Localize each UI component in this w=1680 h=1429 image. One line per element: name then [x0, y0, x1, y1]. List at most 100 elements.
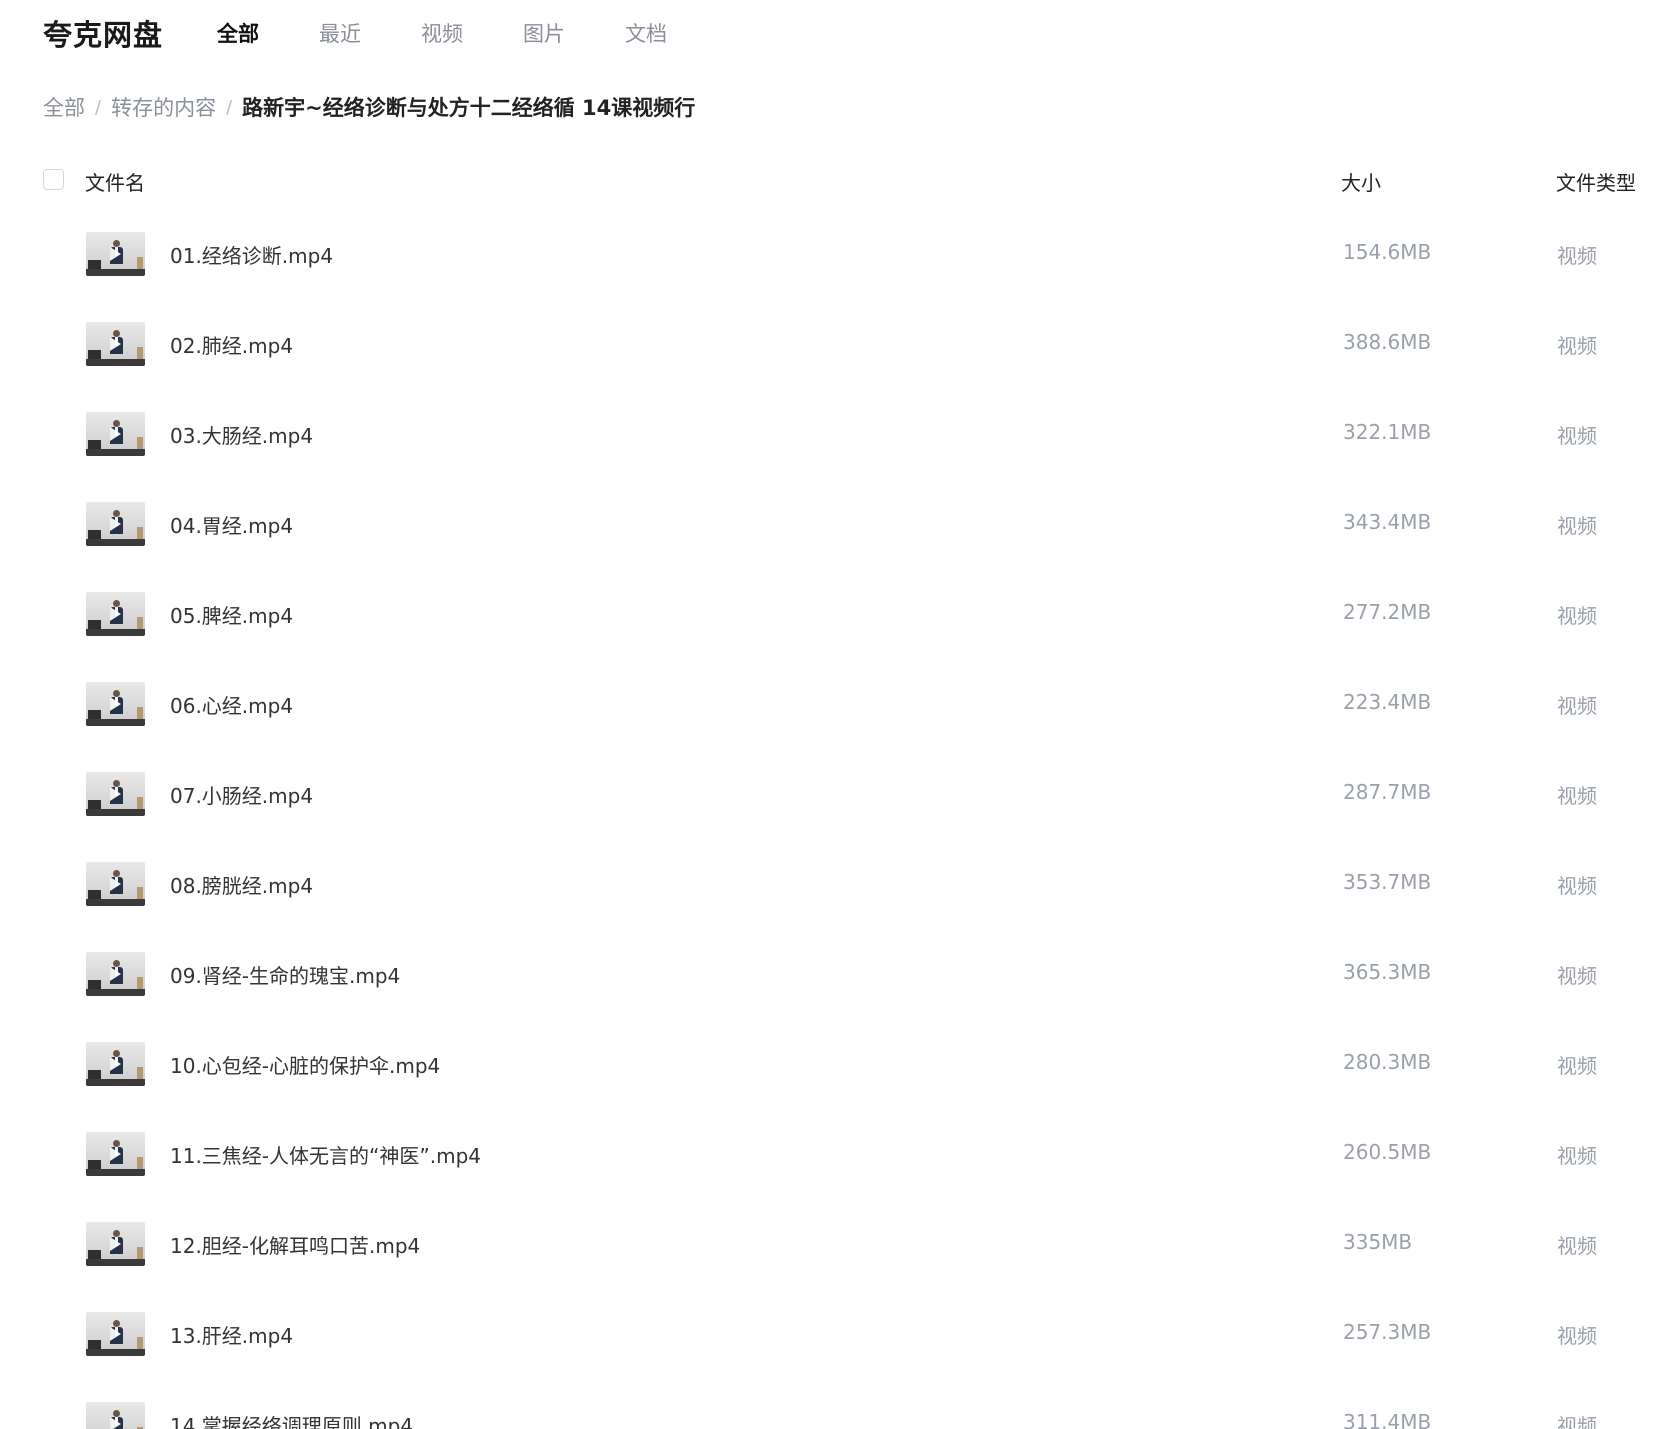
thumbnail-shelf — [137, 707, 143, 719]
tab-all[interactable]: 全部 — [217, 18, 319, 48]
file-row[interactable]: 06.心经.mp4 223.4MB 视频 — [43, 682, 1643, 772]
thumbnail-desk — [86, 989, 145, 996]
column-header-size[interactable]: 大小 — [1341, 167, 1381, 196]
app-logo[interactable]: 夸克网盘 — [43, 12, 163, 54]
video-thumbnail-icon[interactable] — [86, 412, 145, 456]
video-thumbnail-icon[interactable] — [86, 1042, 145, 1086]
file-size: 322.1MB — [1343, 420, 1432, 444]
file-row[interactable]: 12.胆经-化解耳鸣口苦.mp4 335MB 视频 — [43, 1222, 1643, 1312]
file-size: 277.2MB — [1343, 600, 1432, 624]
thumbnail-person-head — [113, 510, 120, 517]
file-row[interactable]: 11.三焦经-人体无言的“神医”.mp4 260.5MB 视频 — [43, 1132, 1643, 1222]
file-row[interactable]: 14.掌握经络调理原则.mp4 311.4MB 视频 — [43, 1402, 1643, 1429]
file-name[interactable]: 03.大肠经.mp4 — [170, 420, 313, 449]
thumbnail-shelf — [137, 437, 143, 449]
file-type: 视频 — [1557, 1144, 1597, 1168]
thumbnail-board — [88, 1250, 101, 1259]
file-type: 视频 — [1557, 1234, 1597, 1258]
video-thumbnail-icon[interactable] — [86, 502, 145, 546]
play-icon — [110, 697, 121, 711]
video-thumbnail-icon[interactable] — [86, 1222, 145, 1266]
video-thumbnail-icon[interactable] — [86, 1402, 145, 1429]
file-type: 视频 — [1557, 514, 1597, 538]
play-icon — [110, 1237, 121, 1251]
file-row[interactable]: 05.脾经.mp4 277.2MB 视频 — [43, 592, 1643, 682]
video-thumbnail-icon[interactable] — [86, 1312, 145, 1356]
file-row[interactable]: 13.肝经.mp4 257.3MB 视频 — [43, 1312, 1643, 1402]
thumbnail-person-head — [113, 1050, 120, 1057]
file-name[interactable]: 02.肺经.mp4 — [170, 330, 293, 359]
video-thumbnail-icon[interactable] — [86, 1132, 145, 1176]
thumbnail-desk — [86, 899, 145, 906]
file-type: 视频 — [1557, 424, 1597, 448]
breadcrumb-separator: / — [226, 96, 233, 118]
select-all-checkbox[interactable] — [43, 169, 64, 190]
video-thumbnail-icon[interactable] — [86, 592, 145, 636]
file-name[interactable]: 13.肝经.mp4 — [170, 1320, 293, 1349]
breadcrumb: 全部 / 转存的内容 / 路新宇~经络诊断与处方十二经络循 14课视频行 — [43, 92, 695, 122]
breadcrumb-separator: / — [95, 96, 102, 118]
thumbnail-shelf — [137, 887, 143, 899]
file-size: 353.7MB — [1343, 870, 1432, 894]
thumbnail-person-head — [113, 330, 120, 337]
file-name[interactable]: 06.心经.mp4 — [170, 690, 293, 719]
file-name[interactable]: 08.膀胱经.mp4 — [170, 870, 313, 899]
video-thumbnail-icon[interactable] — [86, 862, 145, 906]
video-thumbnail-icon[interactable] — [86, 232, 145, 276]
thumbnail-shelf — [137, 617, 143, 629]
file-row[interactable]: 09.肾经-生命的瑰宝.mp4 365.3MB 视频 — [43, 952, 1643, 1042]
thumbnail-desk — [86, 719, 145, 726]
thumbnail-board — [88, 800, 101, 809]
breadcrumb-current-folder: 路新宇~经络诊断与处方十二经络循 14课视频行 — [242, 96, 696, 120]
file-name[interactable]: 05.脾经.mp4 — [170, 600, 293, 629]
file-name[interactable]: 04.胃经.mp4 — [170, 510, 293, 539]
tab-images[interactable]: 图片 — [523, 18, 625, 48]
thumbnail-shelf — [137, 1247, 143, 1259]
file-name[interactable]: 12.胆经-化解耳鸣口苦.mp4 — [170, 1230, 420, 1259]
thumbnail-desk — [86, 809, 145, 816]
tab-recent[interactable]: 最近 — [319, 18, 421, 48]
thumbnail-board — [88, 350, 101, 359]
column-header-name[interactable]: 文件名 — [85, 167, 145, 196]
file-row[interactable]: 07.小肠经.mp4 287.7MB 视频 — [43, 772, 1643, 862]
play-icon — [110, 247, 121, 261]
thumbnail-desk — [86, 1169, 145, 1176]
column-header-type[interactable]: 文件类型 — [1556, 167, 1636, 196]
tab-documents[interactable]: 文档 — [625, 18, 727, 48]
thumbnail-person-head — [113, 1320, 120, 1327]
thumbnail-person-head — [113, 1140, 120, 1147]
file-row[interactable]: 04.胃经.mp4 343.4MB 视频 — [43, 502, 1643, 592]
table-header: 文件名 大小 文件类型 — [43, 163, 1643, 197]
thumbnail-desk — [86, 629, 145, 636]
category-tabs: 全部 最近 视频 图片 文档 — [217, 18, 727, 48]
thumbnail-desk — [86, 1079, 145, 1086]
file-name[interactable]: 01.经络诊断.mp4 — [170, 240, 333, 269]
file-browser-page: 夸克网盘 全部 最近 视频 图片 文档 全部 / 转存的内容 / 路新宇~经络诊… — [0, 0, 1680, 1429]
thumbnail-person-head — [113, 690, 120, 697]
file-name[interactable]: 09.肾经-生命的瑰宝.mp4 — [170, 960, 400, 989]
video-thumbnail-icon[interactable] — [86, 772, 145, 816]
file-row[interactable]: 10.心包经-心脏的保护伞.mp4 280.3MB 视频 — [43, 1042, 1643, 1132]
file-name[interactable]: 10.心包经-心脏的保护伞.mp4 — [170, 1050, 440, 1079]
file-size: 257.3MB — [1343, 1320, 1432, 1344]
file-row[interactable]: 03.大肠经.mp4 322.1MB 视频 — [43, 412, 1643, 502]
file-name[interactable]: 07.小肠经.mp4 — [170, 780, 313, 809]
video-thumbnail-icon[interactable] — [86, 952, 145, 996]
file-size: 365.3MB — [1343, 960, 1432, 984]
breadcrumb-item-saved[interactable]: 转存的内容 — [111, 92, 216, 122]
tab-video[interactable]: 视频 — [421, 18, 523, 48]
thumbnail-board — [88, 530, 101, 539]
thumbnail-board — [88, 1160, 101, 1169]
thumbnail-desk — [86, 539, 145, 546]
file-type: 视频 — [1557, 1054, 1597, 1078]
file-row[interactable]: 01.经络诊断.mp4 154.6MB 视频 — [43, 232, 1643, 322]
file-name[interactable]: 14.掌握经络调理原则.mp4 — [170, 1410, 413, 1429]
video-thumbnail-icon[interactable] — [86, 682, 145, 726]
file-row[interactable]: 08.膀胱经.mp4 353.7MB 视频 — [43, 862, 1643, 952]
thumbnail-person-head — [113, 420, 120, 427]
file-name[interactable]: 11.三焦经-人体无言的“神医”.mp4 — [170, 1140, 481, 1169]
breadcrumb-item-all[interactable]: 全部 — [43, 92, 85, 122]
video-thumbnail-icon[interactable] — [86, 322, 145, 366]
thumbnail-person-head — [113, 870, 120, 877]
file-row[interactable]: 02.肺经.mp4 388.6MB 视频 — [43, 322, 1643, 412]
